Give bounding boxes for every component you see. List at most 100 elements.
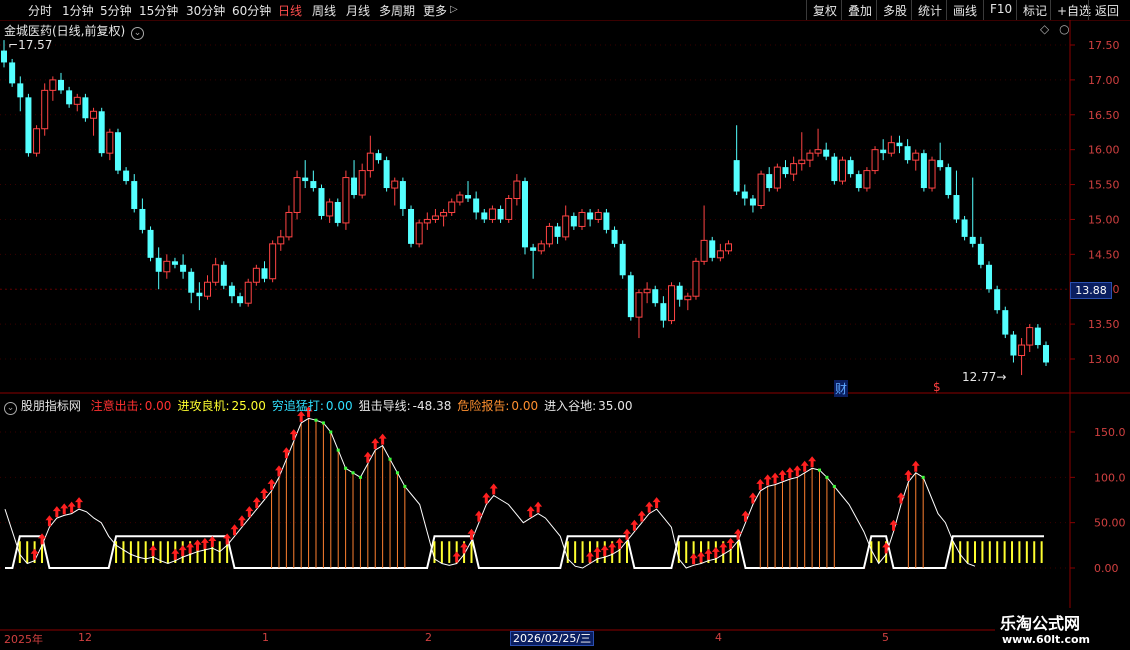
chevron-down-icon[interactable]: ⌄ — [4, 402, 17, 415]
peak-marker — [395, 471, 399, 475]
candle-body — [310, 181, 317, 189]
indicator-label: 穷追猛打: — [271, 399, 324, 413]
y-tick-label: 17.50 — [1088, 39, 1120, 52]
candle-body — [98, 111, 105, 154]
candle-body — [684, 295, 692, 301]
candle-body — [937, 160, 944, 168]
period-tab-7[interactable]: 周线 — [312, 2, 336, 19]
period-tab-8[interactable]: 月线 — [346, 2, 370, 19]
up-arrow-icon — [52, 506, 61, 518]
candle-body — [25, 97, 32, 154]
peak-marker — [314, 418, 318, 422]
up-arrow-icon — [896, 492, 905, 504]
period-tab-9[interactable]: 多周期 — [379, 2, 415, 19]
peak-marker — [351, 471, 355, 475]
up-arrow-icon — [793, 465, 802, 477]
indicator-label: 注意出击: — [90, 399, 143, 413]
toolbar-button-3[interactable]: 统计 — [911, 0, 946, 20]
up-arrow-icon — [193, 539, 202, 551]
candle-body — [1010, 334, 1017, 356]
period-tab-6[interactable]: 日线 — [278, 2, 302, 19]
diamond-icon[interactable]: ◇ — [1040, 22, 1049, 36]
up-arrow-icon — [778, 469, 787, 481]
finance-marker[interactable]: 财 — [834, 380, 849, 397]
candle-body — [188, 271, 195, 293]
candle-body — [269, 243, 277, 280]
up-arrow-icon — [771, 472, 780, 484]
toolbar-button-8[interactable]: 返回 — [1088, 0, 1128, 20]
candle-body — [481, 212, 488, 220]
y-tick-label: 13.00 — [1088, 353, 1120, 366]
more-arrow-icon[interactable]: ▷ — [450, 4, 458, 15]
up-arrow-icon — [645, 501, 654, 513]
up-arrow-icon — [748, 492, 757, 504]
indicator-value: 0.00 — [325, 399, 353, 413]
indicator-label: 危险报告: — [457, 399, 510, 413]
candle-body — [1034, 327, 1041, 346]
candle-body — [342, 177, 350, 224]
candle-body — [880, 149, 887, 154]
candle-body — [530, 247, 537, 251]
candle-body — [847, 160, 854, 175]
candle-body — [912, 152, 920, 161]
circle-icon[interactable]: ○ — [1059, 22, 1069, 36]
up-arrow-icon — [75, 497, 84, 509]
candle-body — [431, 215, 439, 220]
toolbar-button-4[interactable]: 画线 — [946, 0, 983, 20]
y-tick-label: 17.00 — [1088, 74, 1120, 87]
toolbar-button-5[interactable]: F10 — [983, 0, 1016, 20]
candle-body — [261, 268, 268, 279]
up-arrow-icon — [808, 456, 817, 468]
candle-body — [237, 296, 244, 304]
candle-body — [448, 201, 456, 213]
period-tab-3[interactable]: 15分钟 — [139, 2, 178, 19]
candle-body — [643, 288, 651, 294]
chevron-down-icon[interactable]: ⌄ — [131, 27, 145, 40]
period-tab-1[interactable]: 1分钟 — [62, 2, 94, 19]
candle-body — [570, 215, 577, 227]
up-arrow-icon — [208, 536, 217, 548]
candle-body — [66, 90, 73, 105]
peak-marker — [321, 421, 325, 425]
period-tab-0[interactable]: 分时 — [28, 2, 52, 19]
toolbar-button-2[interactable]: 多股 — [876, 0, 911, 20]
x-label-dec: 12 — [78, 631, 92, 644]
candle-body — [660, 303, 667, 321]
up-arrow-icon — [223, 533, 232, 545]
x-label-year: 2025年 — [4, 633, 43, 646]
period-tab-5[interactable]: 60分钟 — [232, 2, 271, 19]
candle-body — [961, 219, 968, 237]
candle-body — [171, 261, 178, 265]
dollar-marker[interactable]: $ — [933, 380, 941, 394]
candle-body — [896, 142, 903, 147]
candle-body — [619, 243, 626, 276]
up-arrow-icon — [526, 506, 535, 518]
up-arrow-icon — [171, 548, 180, 560]
toolbar-button-1[interactable]: 叠加 — [841, 0, 876, 20]
up-arrow-icon — [267, 478, 276, 490]
candle-body — [887, 142, 895, 154]
period-tab-10[interactable]: 更多 — [423, 2, 447, 19]
indicator-value: 35.00 — [598, 399, 633, 413]
valley-band — [5, 535, 975, 569]
period-tab-4[interactable]: 30分钟 — [186, 2, 225, 19]
candle-body — [522, 181, 528, 248]
x-label-jan: 1 — [262, 631, 269, 644]
candle-body — [969, 236, 976, 244]
period-tab-2[interactable]: 5分钟 — [100, 2, 132, 19]
candle-body — [285, 211, 293, 238]
high-arrow-icon: ⌐ — [8, 38, 19, 52]
toolbar-button-7[interactable]: +自选 — [1050, 0, 1091, 20]
toolbar-button-0[interactable]: 复权 — [806, 0, 841, 20]
peak-marker — [921, 475, 925, 479]
candle-body — [790, 163, 798, 175]
stock-chart[interactable]: 17.5017.0016.5016.0015.5015.0014.5014.00… — [0, 20, 1130, 650]
candle-body — [513, 180, 521, 200]
indicator-name: 股朋指标网 — [20, 399, 81, 413]
up-arrow-icon — [608, 542, 617, 554]
up-arrow-icon — [489, 483, 498, 495]
indicator-item-3: 狙击导线: -48.38 — [359, 399, 452, 413]
candle-body — [782, 167, 789, 175]
toolbar-button-6[interactable]: 标记 — [1016, 0, 1050, 20]
up-arrow-icon — [652, 497, 661, 509]
